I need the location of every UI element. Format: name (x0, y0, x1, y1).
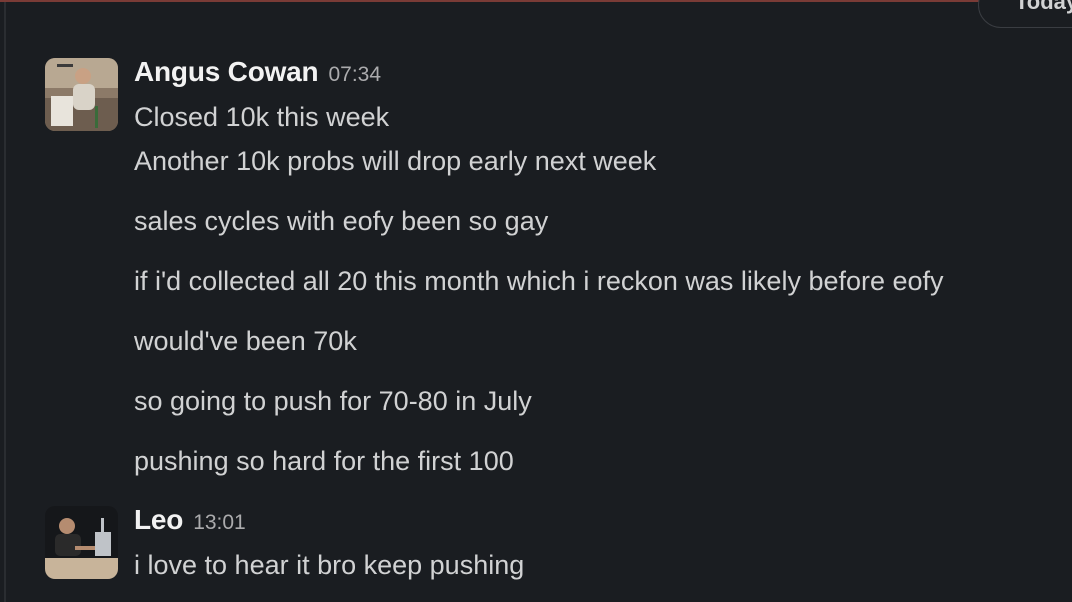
message-text: if i'd collected all 20 this month which… (134, 266, 944, 296)
avatar[interactable] (45, 506, 118, 579)
message-text: i love to hear it bro keep pushing (134, 550, 525, 580)
sender-name[interactable]: Leo (134, 504, 183, 535)
message-timestamp[interactable]: 07:34 (328, 63, 381, 86)
avatar[interactable] (45, 58, 118, 131)
message-timestamp[interactable]: 13:01 (193, 511, 246, 534)
message-text: so going to push for 70-80 in July (134, 386, 532, 416)
message-text: Closed 10k this week (134, 102, 390, 132)
message-text: sales cycles with eofy been so gay (134, 206, 549, 236)
message-header: Angus Cowan 07:34 (134, 56, 381, 90)
message-text: pushing so hard for the first 100 (134, 446, 514, 476)
message-header: Leo 13:01 (134, 504, 246, 538)
sender-name[interactable]: Angus Cowan (134, 56, 319, 87)
message-text: Another 10k probs will drop early next w… (134, 146, 657, 176)
date-divider-pill[interactable]: Today (978, 0, 1072, 28)
date-divider-label: Today (1015, 0, 1072, 14)
message-text: would've been 70k (134, 326, 357, 356)
top-divider (0, 0, 1072, 2)
avatar-photo-icon (45, 506, 118, 579)
pane-border (4, 2, 6, 602)
avatar-photo-icon (45, 58, 118, 131)
